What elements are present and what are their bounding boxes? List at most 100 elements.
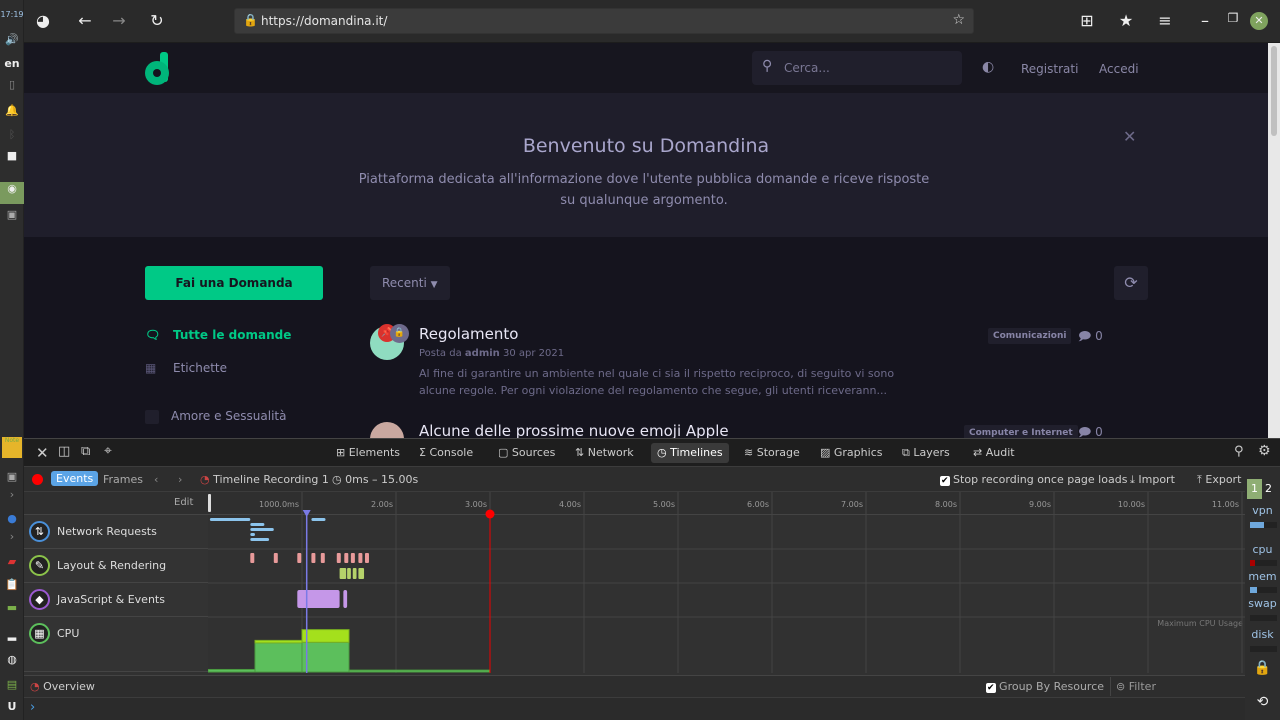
tab-layers[interactable]: ⧉ Layers (896, 443, 956, 463)
site-logo[interactable] (144, 52, 172, 86)
import-button[interactable]: ⤓ Import (1130, 473, 1175, 487)
reload-button[interactable]: ↻ (146, 11, 168, 30)
nav-forward-icon[interactable]: › (178, 473, 182, 486)
search-input[interactable]: ⚲ Cerca... (752, 51, 962, 85)
row-javascript-events[interactable]: ◆ JavaScript & Events (24, 583, 208, 617)
layout-event-mark (311, 553, 316, 563)
grid-icon: ▦ (145, 361, 157, 375)
sidebar-item-love[interactable]: Amore e Sessualità (145, 409, 287, 424)
lock-screen-icon[interactable]: 🔒 (1245, 660, 1280, 676)
tab-sources[interactable]: ▢ Sources (492, 443, 561, 463)
sidebar-item-all-questions[interactable]: 🗨 Tutte le domande (145, 328, 291, 342)
stop-recording-checkbox[interactable]: ✔ Stop recording once page loads (940, 473, 1127, 486)
keyboard-layout[interactable]: en (0, 57, 24, 70)
globe-icon[interactable]: ◍ (0, 653, 24, 666)
nav-back-icon[interactable]: ‹ (154, 473, 158, 486)
sort-dropdown[interactable]: Recenti ▼ (370, 266, 450, 300)
tick-label: 9.00s (1029, 500, 1051, 509)
timeline-graph[interactable]: 1000.0ms 2.00s 3.00s 4.00s 5.00s 6.00s 7.00s 8.… (208, 492, 1245, 673)
time-range[interactable]: ◷ 0ms – 15.00s (332, 473, 418, 486)
refresh-button[interactable]: ⟳ (1114, 266, 1148, 300)
firefox-icon[interactable]: ● (0, 512, 24, 525)
overview-breadcrumb[interactable]: ◔ Overview (30, 680, 95, 693)
row-network-requests[interactable]: ⇅ Network Requests (24, 515, 208, 549)
tab-graphics[interactable]: ▨ Graphics (814, 443, 888, 463)
bell-icon[interactable]: 🔔 (0, 104, 24, 117)
bookmark-star-icon[interactable]: ☆ (952, 12, 965, 28)
tab-audit[interactable]: ⇄ Audit (967, 443, 1021, 463)
paint-event-mark (339, 568, 347, 579)
folder-icon[interactable]: ▬ (0, 601, 24, 614)
chevron-right-icon[interactable]: › (0, 488, 24, 501)
drive-icon[interactable]: ▂ (0, 628, 24, 641)
events-toggle[interactable]: Events (51, 471, 99, 486)
post-tag[interactable]: Computer e Internet (964, 425, 1078, 438)
console-prompt[interactable]: › (24, 697, 1280, 720)
workspace-1[interactable]: 1 (1247, 479, 1262, 499)
browser-logo-icon[interactable]: ◕ (32, 11, 54, 30)
workspace-2[interactable]: 2 (1265, 479, 1272, 499)
post-tag[interactable]: Comunicazioni (988, 328, 1072, 344)
tab-timelines[interactable]: ◷ Timelines (651, 443, 729, 463)
maximize-button[interactable]: ❐ (1222, 11, 1244, 25)
menu-icon[interactable]: ≡ (1154, 11, 1176, 30)
clipboard-icon[interactable]: 📋 (0, 578, 24, 591)
record-button[interactable] (32, 474, 43, 485)
bluetooth-icon[interactable]: ᛒ (0, 128, 24, 141)
row-cpu[interactable]: ▦ CPU (24, 617, 208, 672)
dock-icon[interactable]: ◫ (52, 441, 76, 461)
frames-toggle[interactable]: Frames (103, 473, 143, 486)
avatar[interactable] (370, 422, 404, 438)
scrollbar-thumb[interactable] (1271, 46, 1277, 136)
close-banner-icon[interactable]: ✕ (1123, 127, 1136, 146)
sidebar-item-tags[interactable]: ▦ Etichette (145, 361, 227, 375)
tab-network[interactable]: ⇅ Network (569, 443, 640, 463)
network-icon[interactable]: ■ (0, 149, 24, 162)
new-tab-icon[interactable]: ⊞ (1076, 11, 1098, 30)
recording-breadcrumb[interactable]: ◔ Timeline Recording 1 (200, 473, 329, 486)
layout-event-mark (358, 553, 363, 563)
minimize-button[interactable]: – (1194, 11, 1216, 30)
back-button[interactable]: ← (74, 11, 96, 30)
terminal-icon[interactable]: ▣ (0, 470, 24, 483)
register-link[interactable]: Registrati (1021, 62, 1078, 76)
search-icon[interactable]: ⚲ (1228, 441, 1250, 461)
logout-icon[interactable]: ⟲ (1245, 694, 1280, 710)
notes-icon[interactable]: Note (2, 437, 22, 458)
url-text[interactable]: https://domandina.it/ (261, 14, 387, 28)
theme-toggle-icon[interactable]: ◐ (982, 59, 994, 75)
terminal-icon[interactable]: ▣ (0, 208, 24, 221)
post-title[interactable]: Alcune delle prossime nuove emoji Apple (419, 422, 729, 438)
screenshot-icon[interactable]: ▰ (0, 555, 24, 568)
edit-button[interactable]: Edit (174, 497, 193, 508)
forward-button[interactable]: → (108, 11, 130, 30)
close-button[interactable]: ✕ (1250, 12, 1268, 30)
row-layout-rendering[interactable]: ✎ Layout & Rendering (24, 549, 208, 583)
cpu-usage-bar (208, 668, 256, 673)
export-button[interactable]: ⤒ Export (1197, 473, 1241, 487)
group-by-resource-checkbox[interactable]: ✔ Group By Resource (986, 680, 1104, 693)
tab-storage[interactable]: ≋ Storage (738, 443, 806, 463)
cpu-usage-peak (301, 629, 350, 643)
page-scrollbar[interactable] (1268, 43, 1280, 438)
app-icon[interactable]: U (0, 700, 24, 713)
login-link[interactable]: Accedi (1099, 62, 1139, 76)
settings-gear-icon[interactable]: ⚙ (1252, 440, 1277, 460)
chevron-right-icon[interactable]: › (0, 530, 24, 543)
cpu-label: cpu (1252, 543, 1273, 556)
window-icon[interactable]: ▤ (0, 678, 24, 691)
post-title[interactable]: Regolamento (419, 325, 518, 343)
ask-question-button[interactable]: Fai una Domanda (145, 266, 323, 300)
filter-input[interactable]: ⊜ Filter (1110, 677, 1245, 696)
volume-icon[interactable]: 🔊 (0, 33, 24, 46)
tab-elements[interactable]: ⊞ Elements (330, 443, 406, 463)
post-author[interactable]: admin (465, 348, 500, 359)
tab-console[interactable]: Σ Console (413, 443, 479, 463)
inspect-icon[interactable]: ⌖ (98, 440, 118, 460)
browser-icon[interactable]: ◉ (0, 182, 24, 204)
undock-icon[interactable]: ⧉ (75, 441, 96, 461)
url-bar[interactable]: 🔒 https://domandina.it/ ☆ (234, 8, 974, 34)
clipboard-icon[interactable]: ▯ (0, 78, 24, 91)
bookmarks-icon[interactable]: ★ (1115, 11, 1137, 30)
close-devtools-icon[interactable]: ✕ (30, 441, 55, 462)
